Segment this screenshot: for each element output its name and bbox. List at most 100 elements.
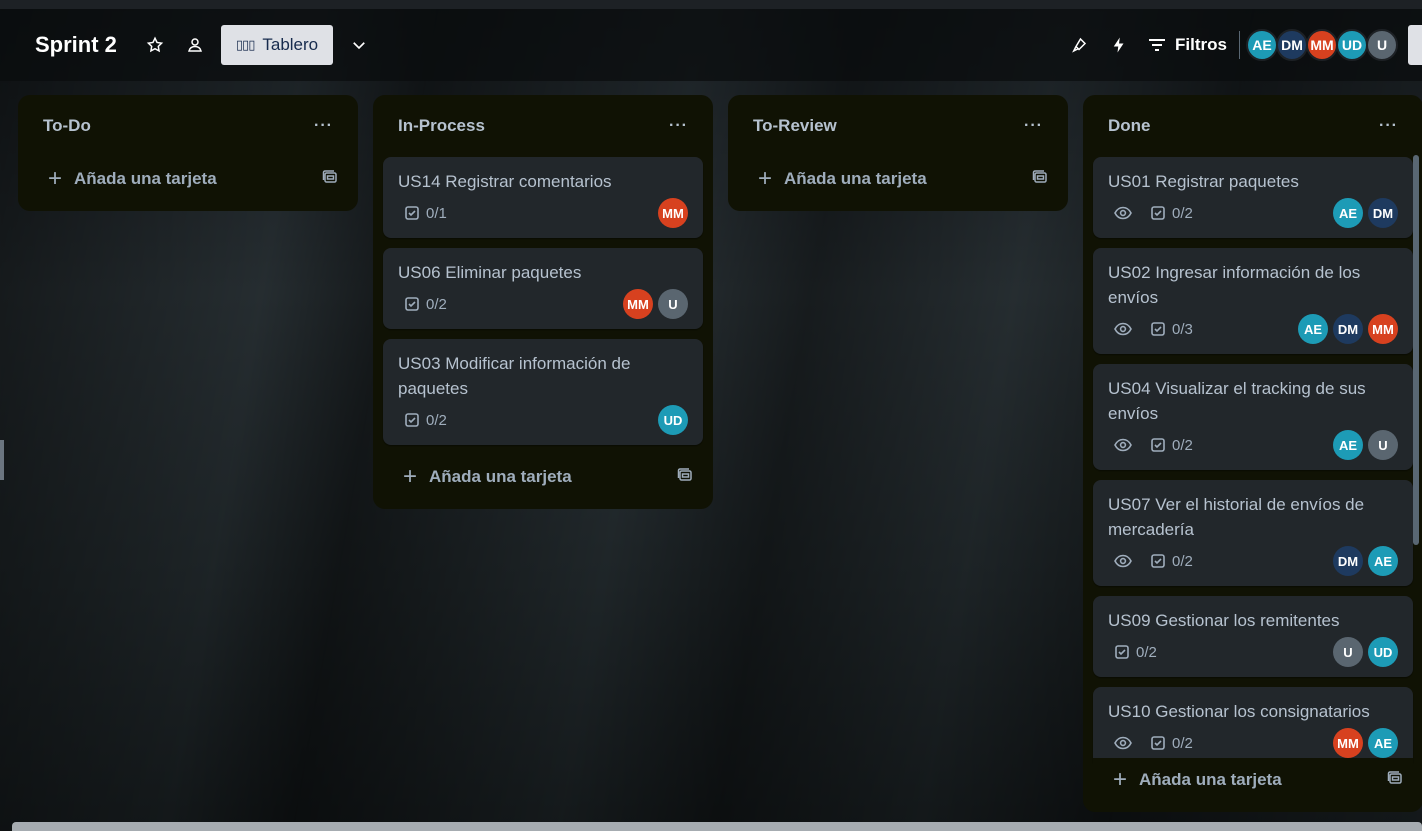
board-title[interactable]: Sprint 2 xyxy=(35,32,117,58)
checklist-icon xyxy=(1150,735,1166,751)
member-avatar[interactable]: AE xyxy=(1333,198,1363,228)
checklist-icon xyxy=(1150,321,1166,337)
member-avatar[interactable]: MM xyxy=(1368,314,1398,344)
member-avatar[interactable]: AE xyxy=(1298,314,1328,344)
card-badges: 0/2 xyxy=(1108,644,1157,661)
board-header: Sprint 2 ▯▯▯ Tablero Filtros AE DM MM UD U xyxy=(0,9,1422,81)
card[interactable]: US02 Ingresar información de los envíos 0… xyxy=(1093,248,1413,354)
card-members: DM AE xyxy=(1328,546,1398,576)
member-avatar[interactable]: AE xyxy=(1333,430,1363,460)
add-card-button[interactable]: + Añada una tarjeta xyxy=(383,455,703,499)
card-badges-row: 0/2 UD xyxy=(398,405,688,435)
member-avatar[interactable]: U xyxy=(1366,29,1398,61)
card[interactable]: US06 Eliminar paquetes 0/2 MM U xyxy=(383,248,703,329)
chevron-down-icon[interactable] xyxy=(343,29,375,61)
header-divider xyxy=(1239,31,1240,59)
watching-eye-icon xyxy=(1114,322,1132,336)
checklist-count: 0/2 xyxy=(1172,552,1193,570)
checklist-count: 0/2 xyxy=(426,411,447,429)
add-card-left: + Añada una tarjeta xyxy=(758,167,927,191)
card-badges-row: 0/2 MM AE xyxy=(1108,728,1398,758)
card-template-icon[interactable] xyxy=(322,169,338,190)
star-icon[interactable] xyxy=(139,29,171,61)
list-title[interactable]: In-Process xyxy=(398,116,485,136)
share-button[interactable] xyxy=(1408,25,1422,65)
member-avatar[interactable]: MM xyxy=(1333,728,1363,758)
card-title: US03 Modificar información de paquetes xyxy=(398,354,631,398)
card[interactable]: US14 Registrar comentarios 0/1 MM xyxy=(383,157,703,238)
member-avatar[interactable]: MM xyxy=(658,198,688,228)
automation-bolt-icon[interactable] xyxy=(1103,29,1135,61)
list-header: To-Review ··· xyxy=(738,95,1058,157)
list-title[interactable]: Done xyxy=(1108,116,1151,136)
card-members: UD xyxy=(653,405,688,435)
add-card-button[interactable]: + Añada una tarjeta xyxy=(28,157,348,201)
power-ups-rocket-icon[interactable] xyxy=(1063,29,1095,61)
member-avatar[interactable]: MM xyxy=(623,289,653,319)
card-badges: 0/2 xyxy=(1108,205,1193,222)
member-avatar[interactable]: U xyxy=(658,289,688,319)
card-badges: 0/2 xyxy=(1108,553,1193,570)
card-title: US06 Eliminar paquetes xyxy=(398,263,582,282)
list-scrollbar[interactable] xyxy=(1413,155,1419,545)
card-members: MM U xyxy=(618,289,688,319)
checklist-icon xyxy=(404,205,420,221)
card[interactable]: US07 Ver el historial de envíos de merca… xyxy=(1093,480,1413,586)
sidebar-edge[interactable] xyxy=(0,440,4,480)
watching-eye-icon xyxy=(1114,438,1132,452)
member-avatar[interactable]: U xyxy=(1333,637,1363,667)
card[interactable]: US10 Gestionar los consignatarios 0/2 MM AE xyxy=(1093,687,1413,768)
checklist-count: 0/2 xyxy=(1136,643,1157,661)
card-badges: 0/2 xyxy=(1108,735,1193,752)
list-menu-icon[interactable]: ··· xyxy=(669,117,688,135)
window-top-strip xyxy=(0,0,1422,9)
card[interactable]: US04 Visualizar el tracking de sus envío… xyxy=(1093,364,1413,470)
card-template-icon[interactable] xyxy=(1032,169,1048,190)
board-view-button[interactable]: ▯▯▯ Tablero xyxy=(220,25,334,65)
member-avatar[interactable]: UD xyxy=(1368,637,1398,667)
card-badges: 0/2 xyxy=(1108,437,1193,454)
member-avatar[interactable]: DM xyxy=(1333,546,1363,576)
member-avatar[interactable]: AE xyxy=(1368,546,1398,576)
card[interactable]: US09 Gestionar los remitentes 0/2 U UD xyxy=(1093,596,1413,677)
add-card-label: Añada una tarjeta xyxy=(784,169,927,188)
horizontal-scrollbar[interactable] xyxy=(12,822,1422,831)
list-menu-icon[interactable]: ··· xyxy=(314,117,333,135)
card-title: US14 Registrar comentarios xyxy=(398,172,612,191)
list-menu-icon[interactable]: ··· xyxy=(1024,117,1043,135)
list-title[interactable]: To-Do xyxy=(43,116,91,136)
checklist-count: 0/2 xyxy=(1172,734,1193,752)
member-avatar[interactable]: DM xyxy=(1368,198,1398,228)
list-title[interactable]: To-Review xyxy=(753,116,837,136)
list-menu-icon[interactable]: ··· xyxy=(1379,117,1398,135)
add-card-button[interactable]: + Añada una tarjeta xyxy=(738,157,1058,201)
member-avatar[interactable]: MM xyxy=(1306,29,1338,61)
card-badges: 0/3 xyxy=(1108,321,1193,338)
card-template-icon[interactable] xyxy=(677,467,693,488)
checklist-count: 0/2 xyxy=(426,295,447,313)
workspace-visibility-icon[interactable] xyxy=(179,29,211,61)
member-avatar[interactable]: UD xyxy=(1336,29,1368,61)
card-members: AE DM xyxy=(1328,198,1398,228)
member-avatar[interactable]: AE xyxy=(1246,29,1278,61)
checklist-count: 0/2 xyxy=(1172,436,1193,454)
card-members: AE DM MM xyxy=(1293,314,1398,344)
card-template-icon[interactable] xyxy=(1387,770,1403,791)
plus-icon: + xyxy=(403,463,418,490)
watching-eye-icon xyxy=(1114,206,1132,220)
member-avatar[interactable]: UD xyxy=(658,405,688,435)
list-to-do: To-Do ··· + Añada una tarjeta xyxy=(18,95,358,211)
card-members: AE U xyxy=(1328,430,1398,460)
add-card-button[interactable]: + Añada una tarjeta xyxy=(1093,758,1413,802)
plus-icon: + xyxy=(48,165,63,192)
member-avatar[interactable]: AE xyxy=(1368,728,1398,758)
card[interactable]: US01 Registrar paquetes 0/2 AE DM xyxy=(1093,157,1413,238)
filters-button[interactable]: Filtros xyxy=(1149,35,1227,55)
card-title: US10 Gestionar los consignatarios xyxy=(1108,702,1370,721)
card-badges-row: 0/2 AE DM xyxy=(1108,198,1398,228)
member-avatar[interactable]: DM xyxy=(1276,29,1308,61)
plus-icon: + xyxy=(1113,766,1128,793)
card[interactable]: US03 Modificar información de paquetes 0/… xyxy=(383,339,703,445)
member-avatar[interactable]: DM xyxy=(1333,314,1363,344)
member-avatar[interactable]: U xyxy=(1368,430,1398,460)
